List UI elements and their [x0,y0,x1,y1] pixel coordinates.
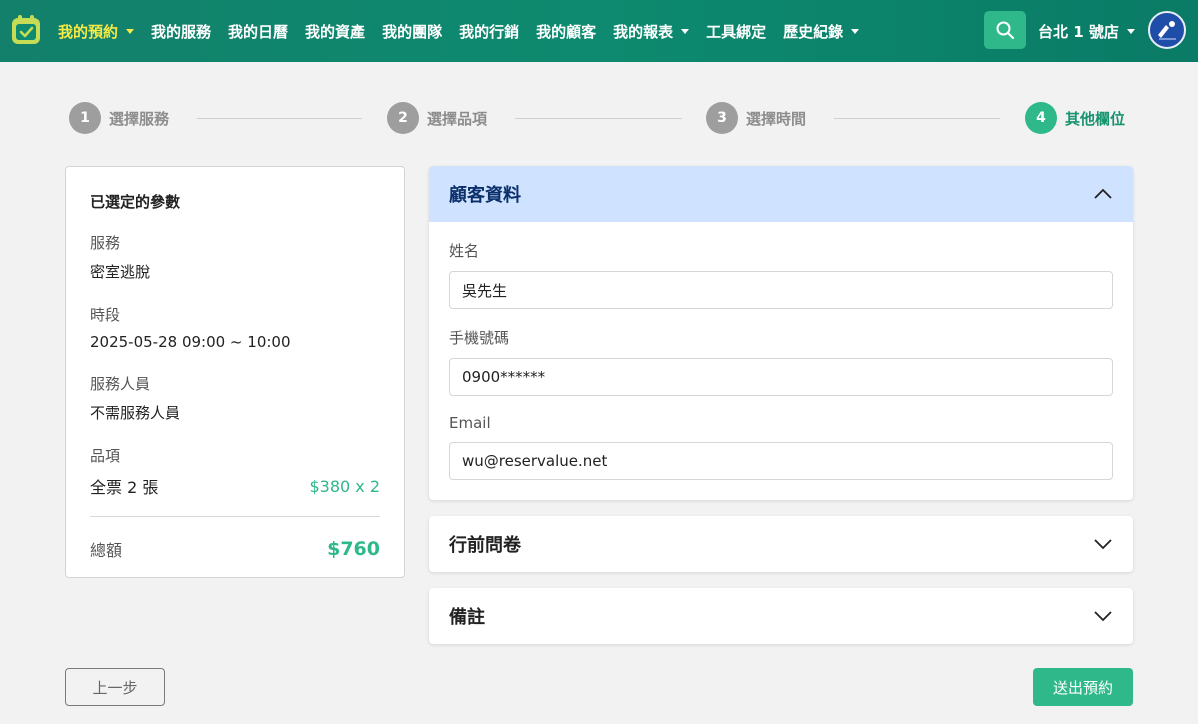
step-number: 3 [706,102,738,134]
chevron-down-icon [1126,28,1135,34]
step-label: 選擇品項 [427,109,488,128]
step-select-time[interactable]: 3 選擇時間 [706,102,806,134]
service-label: 服務 [90,234,121,252]
store-name: 台北 1 號店 [1038,22,1119,41]
booking-stepper: 1 選擇服務 2 選擇品項 3 選擇時間 4 其他欄位 [69,102,1134,134]
customer-info-body: 姓名 手機號碼 Email [429,222,1133,518]
nav-my-marketing[interactable]: 我的行銷 [459,21,519,42]
calendar-check-icon[interactable] [10,14,42,46]
step-number: 4 [1025,102,1057,134]
survey-title: 行前問卷 [449,535,521,556]
phone-field[interactable] [449,358,1113,396]
chevron-down-icon [851,28,860,34]
step-connector [515,118,682,119]
survey-panel: 行前問卷 [429,516,1133,572]
item-price: $380 x 2 [309,476,380,496]
items-label: 品項 [90,447,121,465]
nav-my-services-label: 我的服務 [151,22,212,41]
nav-my-services[interactable]: 我的服務 [151,21,211,42]
service-value: 密室逃脫 [90,263,151,281]
nav-my-reports[interactable]: 我的報表 [613,21,690,42]
store-selector[interactable]: 台北 1 號店 [1038,0,1135,62]
badminton-logo-icon [1153,16,1181,44]
nav-my-calendar-label: 我的日曆 [228,22,289,41]
step-label: 選擇服務 [109,109,170,128]
email-field[interactable] [449,442,1113,480]
customer-info-panel: 顧客資料 姓名 手機號碼 Email [429,166,1133,500]
nav-my-bookings-label: 我的預約 [58,22,119,41]
slot-label: 時段 [90,306,121,324]
summary-title: 已選定的參數 [90,193,181,211]
chevron-down-icon[interactable] [1093,610,1113,622]
top-navbar: 我的預約 我的服務 我的日曆 我的資產 我的團隊 我的行銷 我的顧客 我的報表 … [0,0,1198,62]
main-nav-menu: 我的預約 我的服務 我的日曆 我的資產 我的團隊 我的行銷 我的顧客 我的報表 … [58,0,876,62]
name-label: 姓名 [449,242,480,260]
customer-info-header[interactable]: 顧客資料 [429,166,1133,222]
chevron-down-icon[interactable] [1093,538,1113,550]
step-number: 2 [387,102,419,134]
email-label: Email [449,414,491,432]
step-other-fields[interactable]: 4 其他欄位 [1025,102,1125,134]
total-label: 總額 [90,541,123,560]
staff-label: 服務人員 [90,375,151,393]
nav-my-bookings[interactable]: 我的預約 [58,21,135,42]
booking-summary-card: 已選定的參數 服務 密室逃脫 時段 2025-05-28 09:00 ~ 10:… [65,166,405,578]
avatar[interactable] [1148,11,1186,49]
nav-my-assets[interactable]: 我的資產 [305,21,365,42]
nav-my-marketing-label: 我的行銷 [459,22,520,41]
search-icon [996,21,1015,40]
chevron-down-icon [681,28,690,34]
nav-tool-binding[interactable]: 工具綁定 [706,21,766,42]
nav-my-customers[interactable]: 我的顧客 [536,21,596,42]
nav-history[interactable]: 歷史紀錄 [783,21,860,42]
step-select-item[interactable]: 2 選擇品項 [387,102,487,134]
nav-my-reports-label: 我的報表 [613,22,674,41]
item-row: 全票 2 張 $380 x 2 [90,474,380,498]
chevron-up-icon[interactable] [1093,188,1113,200]
staff-value: 不需服務人員 [90,404,181,422]
phone-label: 手機號碼 [449,329,510,347]
search-button[interactable] [984,11,1026,49]
step-label: 選擇時間 [746,109,807,128]
slot-value: 2025-05-28 09:00 ~ 10:00 [90,333,291,351]
nav-my-team[interactable]: 我的團隊 [382,21,442,42]
customer-info-title: 顧客資料 [449,185,521,206]
nav-my-calendar[interactable]: 我的日曆 [228,21,288,42]
nav-history-label: 歷史紀錄 [783,22,844,41]
step-connector [834,118,1000,119]
notes-title: 備註 [449,607,485,628]
nav-my-team-label: 我的團隊 [382,22,443,41]
summary-divider [90,516,380,517]
nav-my-customers-label: 我的顧客 [536,22,597,41]
submit-booking-button[interactable]: 送出預約 [1033,668,1133,706]
nav-my-assets-label: 我的資產 [305,22,366,41]
step-number: 1 [69,102,101,134]
survey-header[interactable]: 行前問卷 [429,516,1133,572]
step-connector [197,118,362,119]
notes-panel: 備註 [429,588,1133,644]
total-value: $760 [327,538,380,560]
item-name: 全票 2 張 [90,478,159,497]
step-label: 其他欄位 [1065,109,1126,128]
nav-tool-binding-label: 工具綁定 [706,22,767,41]
notes-header[interactable]: 備註 [429,588,1133,644]
total-row: 總額 $760 [90,537,380,561]
chevron-down-icon [126,28,135,34]
name-field[interactable] [449,271,1113,309]
prev-step-button[interactable]: 上一步 [65,668,165,706]
step-select-service[interactable]: 1 選擇服務 [69,102,169,134]
